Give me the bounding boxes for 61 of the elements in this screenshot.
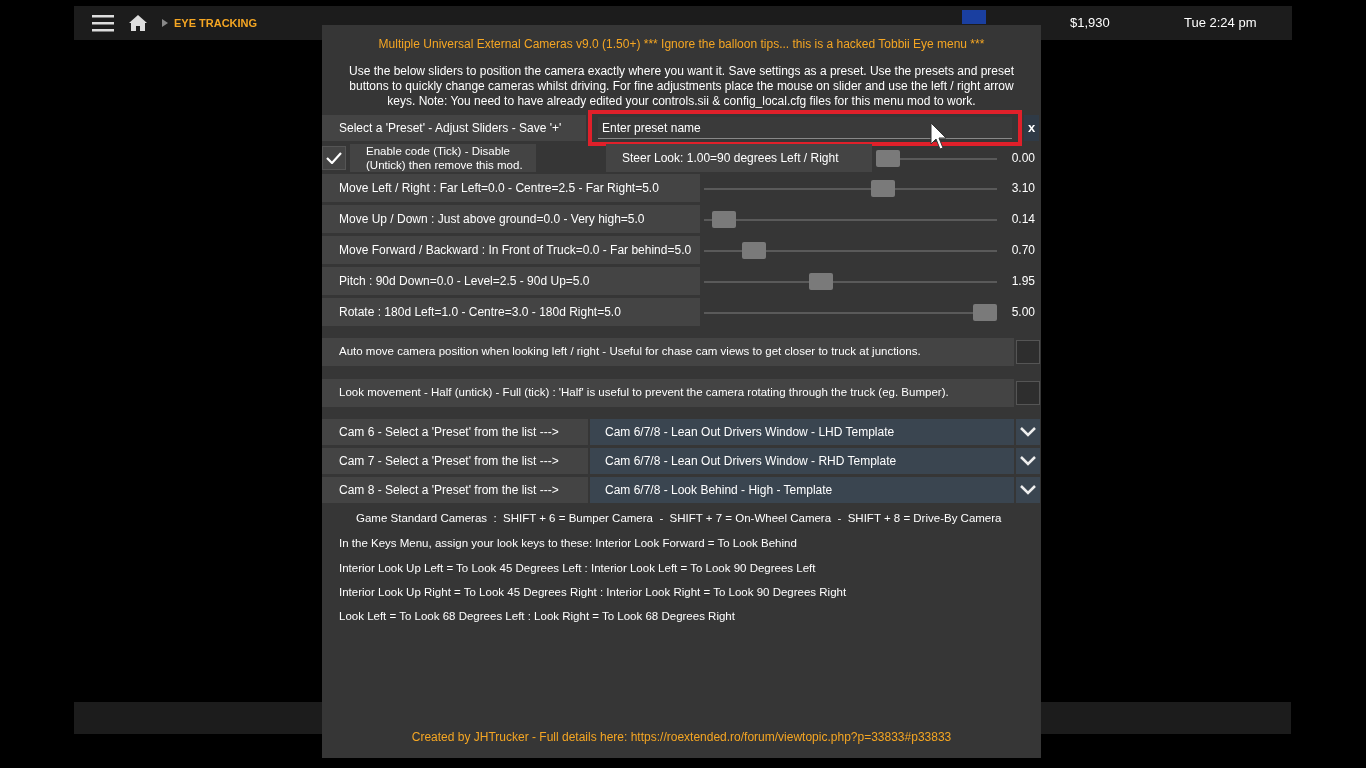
dialog-title: Multiple Universal External Cameras v9.0 (1.50+) *** Ignore the balloon tips... this is a hacked Tobbii Eye menu *** <box>377 36 986 53</box>
clock: Tue 2:24 pm <box>1184 14 1258 33</box>
option-checkbox[interactable] <box>1016 340 1040 364</box>
intro-text: Use the below sliders to position the camera exactly where you want it. Save settings as a preset. Use the presets and preset buttons to quickly change cameras whilst driving. For fine adjustments place the mouse on slider and use the left / right arrow keys. Note: You need to have already edited your controls.sii & config_local.cfg files for this menu mod to work. <box>348 64 1015 109</box>
flag-icon <box>962 10 986 24</box>
slider-label: Move Forward / Backward : In Front of Truck=0.0 - Far behind=5.0 <box>322 236 700 264</box>
camera-label: Cam 8 - Select a 'Preset' from the list ---> <box>322 477 588 503</box>
slider[interactable] <box>876 149 997 167</box>
camera-label: Cam 6 - Select a 'Preset' from the list ---> <box>322 419 588 445</box>
dropdown-button[interactable] <box>1016 448 1040 474</box>
slider[interactable] <box>704 272 997 290</box>
clear-button[interactable]: x <box>1024 115 1039 141</box>
camera-preset-dropdown[interactable]: Cam 6/7/8 - Lean Out Drivers Window - LHD Template <box>590 419 1014 445</box>
dropdown-button[interactable] <box>1016 419 1040 445</box>
slider-thumb[interactable] <box>741 241 766 259</box>
slider-thumb[interactable] <box>876 149 900 167</box>
chevron-down-icon <box>1020 427 1036 437</box>
credits-text: Created by JHTrucker - Full details here: https://roextended.ro/forum/viewtopic.php?p=33833#p33833 <box>410 729 953 746</box>
option-label: Auto move camera position when looking left / right - Useful for chase cam views to get closer to truck at junctions. <box>322 338 1014 366</box>
slider[interactable] <box>704 303 997 321</box>
enable-checkbox[interactable] <box>322 146 346 170</box>
key-note: Interior Look Up Right = To Look 45 Degrees Right : Interior Look Right = To Look 90 Degrees Right <box>339 584 848 600</box>
slider-thumb[interactable] <box>711 210 736 228</box>
camera-preset-dropdown[interactable]: Cam 6/7/8 - Look Behind - High - Template <box>590 477 1014 503</box>
checkmark-icon <box>326 152 342 164</box>
slider-thumb[interactable] <box>973 303 997 321</box>
option-checkbox[interactable] <box>1016 381 1040 405</box>
chevron-down-icon <box>1020 456 1036 466</box>
preset-name-field[interactable]: Enter preset name <box>588 110 1022 146</box>
slider-label: Rotate : 180d Left=1.0 - Centre=3.0 - 180d Right=5.0 <box>322 298 700 326</box>
slider-thumb[interactable] <box>808 272 833 290</box>
preset-label: Select a 'Preset' - Adjust Sliders - Save '+' <box>322 115 586 141</box>
slider-label: Move Up / Down : Just above ground=0.0 - Very high=5.0 <box>322 205 700 233</box>
chevron-down-icon <box>1020 485 1036 495</box>
standard-cameras-text: Game Standard Cameras : SHIFT + 6 = Bumper Camera - SHIFT + 7 = On-Wheel Camera - SHIFT + 8 = Drive-By Camera <box>355 511 1003 526</box>
slider-value: 0.14 <box>1010 211 1036 228</box>
breadcrumb[interactable]: EYE TRACKING <box>174 14 258 32</box>
slider[interactable] <box>704 210 997 228</box>
camera-label: Cam 7 - Select a 'Preset' from the list ---> <box>322 448 588 474</box>
dropdown-button[interactable] <box>1016 477 1040 503</box>
slider-value: 0.00 <box>1010 150 1036 167</box>
slider-label: Pitch : 90d Down=0.0 - Level=2.5 - 90d Up=5.0 <box>322 267 700 295</box>
home-icon[interactable] <box>128 14 148 32</box>
menu-icon[interactable] <box>92 14 114 32</box>
slider-value: 3.10 <box>1010 180 1036 197</box>
money-amount: $1,930 <box>1070 14 1111 33</box>
key-note: Interior Look Up Left = To Look 45 Degrees Left : Interior Look Left = To Look 90 Degrees Left <box>339 560 817 576</box>
key-note: In the Keys Menu, assign your look keys to these: Interior Look Forward = To Look Behind <box>339 536 798 552</box>
slider[interactable] <box>704 241 997 259</box>
caret-icon <box>162 19 168 27</box>
enable-label: Enable code (Tick) - Disable (Untick) then remove this mod. <box>350 144 536 172</box>
slider-value: 1.95 <box>1010 273 1036 290</box>
slider-thumb[interactable] <box>870 179 895 197</box>
key-note: Look Left = To Look 68 Degrees Left : Look Right = To Look 68 Degrees Right <box>339 609 736 624</box>
steer-look-label: Steer Look: 1.00=90 degrees Left / Right <box>606 144 872 172</box>
slider-value: 0.70 <box>1010 242 1036 259</box>
slider[interactable] <box>704 179 997 197</box>
slider-label: Move Left / Right : Far Left=0.0 - Centre=2.5 - Far Right=5.0 <box>322 174 700 202</box>
camera-preset-dropdown[interactable]: Cam 6/7/8 - Lean Out Drivers Window - RHD Template <box>590 448 1014 474</box>
option-label: Look movement - Half (untick) - Full (tick) : 'Half' is useful to prevent the camera rotating through the truck (eg. Bumper). <box>322 379 1014 407</box>
slider-value: 5.00 <box>1010 304 1036 321</box>
